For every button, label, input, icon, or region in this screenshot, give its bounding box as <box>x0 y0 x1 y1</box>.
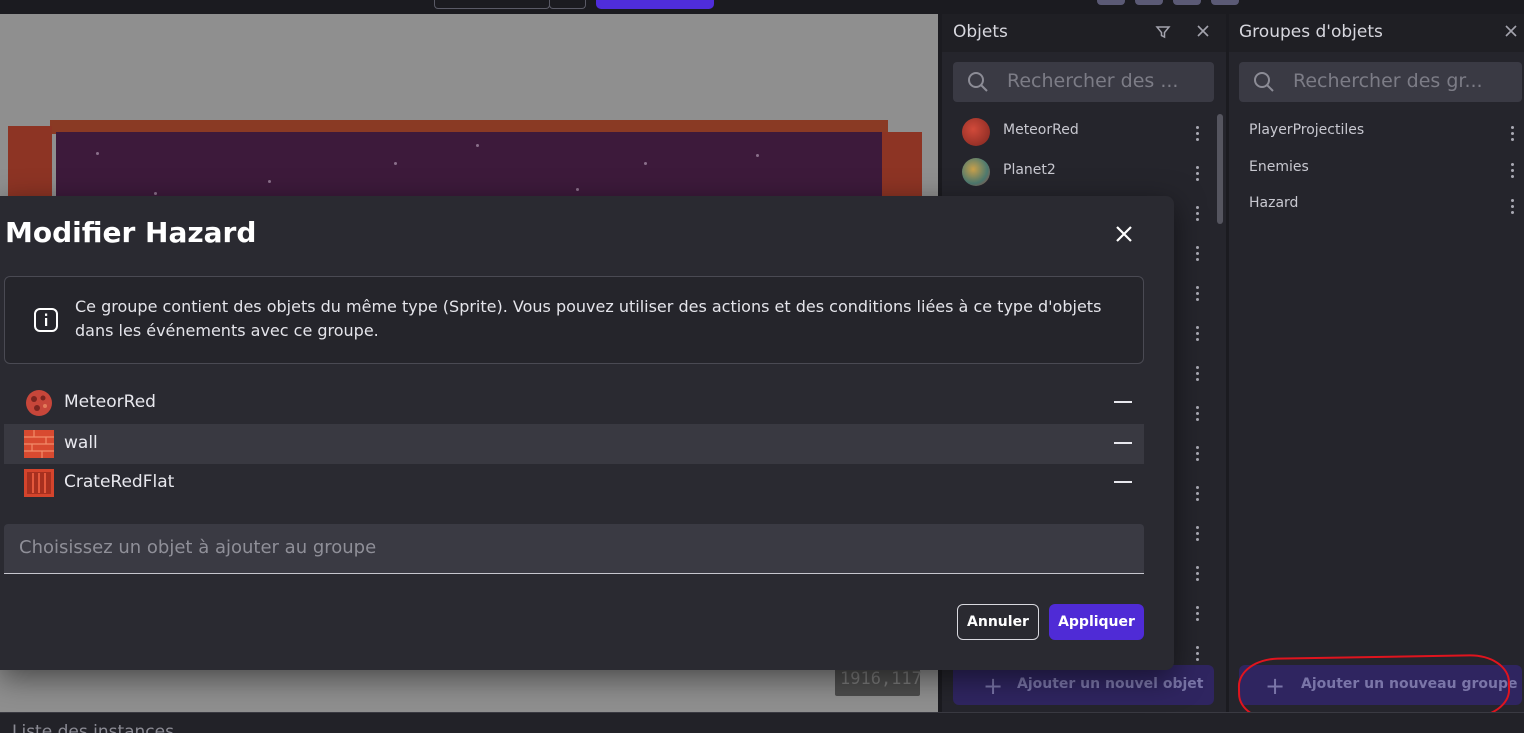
more-options-icon[interactable] <box>1194 486 1200 504</box>
remove-icon[interactable] <box>1114 442 1132 444</box>
object-list-item[interactable]: MeteorRed <box>960 114 1200 150</box>
info-alert: Ce groupe contient des objets du même ty… <box>4 276 1144 364</box>
more-options-icon[interactable] <box>1194 446 1200 464</box>
more-options-icon[interactable] <box>1194 406 1200 424</box>
filter-icon[interactable] <box>1154 24 1172 42</box>
top-toolbar <box>0 0 1524 14</box>
groups-search-input[interactable]: Rechercher des gr... <box>1239 62 1522 102</box>
add-object-placeholder: Choisissez un objet à ajouter au groupe <box>19 537 377 558</box>
close-icon[interactable] <box>1112 222 1136 246</box>
object-groups-panel: Groupes d'objets Rechercher des gr... Pl… <box>1229 14 1524 712</box>
instances-panel-title: Liste des instances <box>12 722 174 733</box>
group-member-row[interactable]: wall <box>4 424 1144 464</box>
plus-icon: + <box>983 672 1004 700</box>
toolbar-segment[interactable] <box>434 0 550 9</box>
more-options-icon[interactable] <box>1194 566 1200 584</box>
group-list-item[interactable]: Enemies <box>1249 159 1309 175</box>
object-name: MeteorRed <box>1003 122 1079 138</box>
remove-icon[interactable] <box>1114 481 1132 483</box>
toolbar-primary-button[interactable] <box>596 0 714 9</box>
add-object-to-group-input[interactable]: Choisissez un objet à ajouter au groupe <box>4 524 1144 574</box>
more-options-icon[interactable] <box>1194 526 1200 544</box>
objects-search-placeholder: Rechercher des ... <box>1007 70 1179 92</box>
more-options-icon[interactable] <box>1194 326 1200 344</box>
add-object-button[interactable]: + Ajouter un nouvel objet <box>953 665 1214 705</box>
brick-wall-icon <box>24 430 54 458</box>
scene-wall <box>882 132 922 206</box>
toolbar-dropdown[interactable] <box>549 0 586 9</box>
group-list-item[interactable]: Hazard <box>1249 195 1298 211</box>
groups-search-placeholder: Rechercher des gr... <box>1293 70 1483 92</box>
search-icon <box>1254 72 1274 92</box>
more-options-icon[interactable] <box>1509 163 1515 181</box>
more-options-icon[interactable] <box>1194 166 1200 184</box>
app-window: 1916,117 Objets Rechercher des ... Meteo… <box>0 0 1524 733</box>
info-text: Ce groupe contient des objets du même ty… <box>75 297 1102 340</box>
groups-panel-header: Groupes d'objets <box>1229 14 1524 52</box>
more-options-icon[interactable] <box>1509 126 1515 144</box>
object-list-item[interactable]: Planet2 <box>960 154 1200 190</box>
member-name: CrateRedFlat <box>64 472 175 492</box>
objects-panel-header: Objets <box>942 14 1226 52</box>
add-object-label: Ajouter un nouvel objet <box>1017 676 1204 692</box>
crate-icon <box>24 469 54 497</box>
toolbar-chip[interactable] <box>1135 0 1163 5</box>
planet-icon <box>962 158 990 186</box>
cancel-button[interactable]: Annuler <box>957 604 1039 640</box>
apply-button[interactable]: Appliquer <box>1049 604 1144 640</box>
object-name: Planet2 <box>1003 162 1056 178</box>
member-name: MeteorRed <box>64 392 156 412</box>
group-list-item[interactable]: PlayerProjectiles <box>1249 122 1364 138</box>
more-options-icon[interactable] <box>1194 646 1200 664</box>
edit-group-dialog: Modifier Hazard Ce groupe contient des o… <box>0 196 1174 670</box>
info-icon <box>34 308 58 332</box>
cursor-coordinates: 1916,117 <box>835 666 922 696</box>
meteor-icon <box>962 118 990 146</box>
more-options-icon[interactable] <box>1194 126 1200 144</box>
toolbar-chip[interactable] <box>1211 0 1239 5</box>
member-name: wall <box>64 433 98 453</box>
instances-panel: Liste des instances <box>0 712 1524 733</box>
dialog-title: Modifier Hazard <box>5 216 257 249</box>
remove-icon[interactable] <box>1114 401 1132 403</box>
meteor-icon <box>26 390 52 416</box>
more-options-icon[interactable] <box>1509 199 1515 217</box>
scene-wall <box>8 126 52 206</box>
close-icon[interactable] <box>1194 24 1212 42</box>
groups-panel-title: Groupes d'objets <box>1239 22 1383 42</box>
search-icon <box>968 72 988 92</box>
scene-background <box>56 132 882 202</box>
group-member-row[interactable]: CrateRedFlat <box>4 463 1144 503</box>
objects-scrollbar[interactable] <box>1217 114 1223 224</box>
more-options-icon[interactable] <box>1194 206 1200 224</box>
toolbar-chip[interactable] <box>1173 0 1201 5</box>
more-options-icon[interactable] <box>1194 286 1200 304</box>
more-options-icon[interactable] <box>1194 606 1200 624</box>
more-options-icon[interactable] <box>1194 366 1200 384</box>
group-member-row[interactable]: MeteorRed <box>4 383 1144 423</box>
close-icon[interactable] <box>1502 24 1520 42</box>
objects-search-input[interactable]: Rechercher des ... <box>953 62 1214 102</box>
toolbar-chip[interactable] <box>1097 0 1125 5</box>
more-options-icon[interactable] <box>1194 246 1200 264</box>
objects-panel-title: Objets <box>953 22 1008 42</box>
